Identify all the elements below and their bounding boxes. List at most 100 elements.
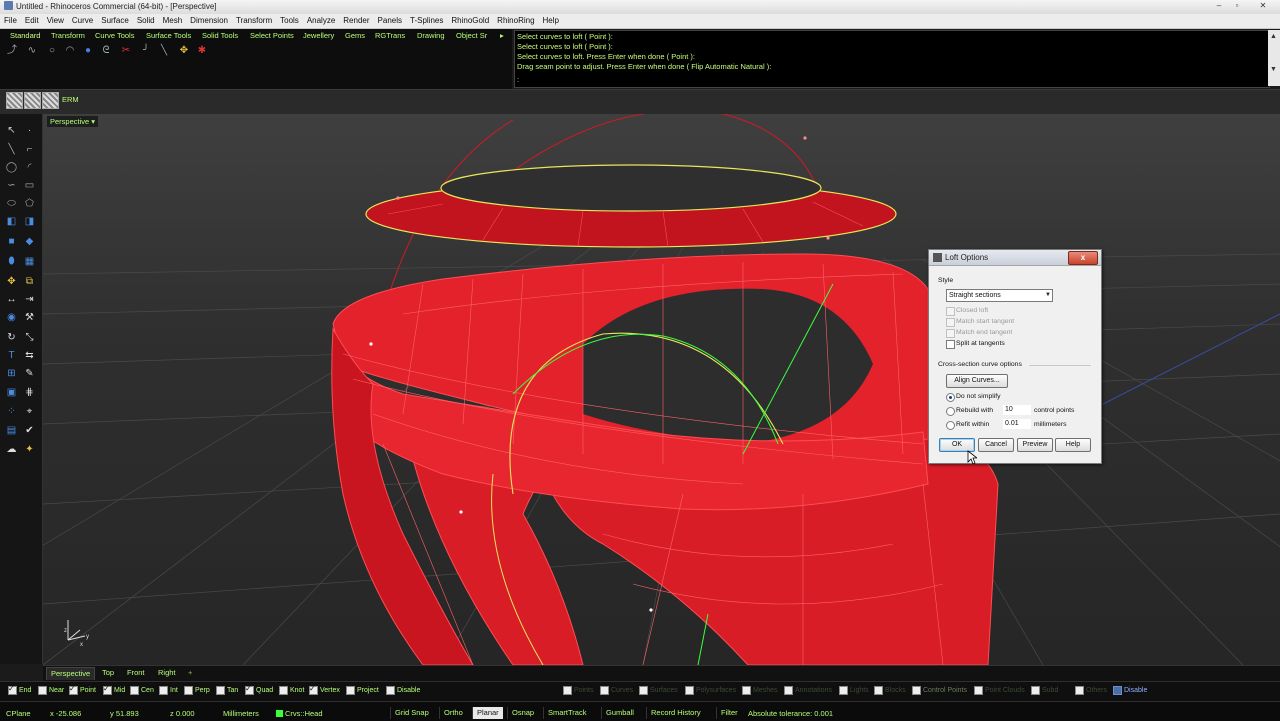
circle-icon[interactable]: ○ bbox=[46, 45, 58, 57]
menu-curve[interactable]: Curve bbox=[68, 14, 97, 28]
sphere-icon[interactable]: ● bbox=[82, 45, 94, 57]
cylinder-icon[interactable]: ⬮ bbox=[4, 254, 19, 269]
curve-tool-icon[interactable]: ∽ bbox=[4, 178, 19, 193]
menu-rhinoring[interactable]: RhinoRing bbox=[493, 14, 538, 28]
filter-button[interactable]: Filter bbox=[716, 707, 742, 719]
menu-surface[interactable]: Surface bbox=[97, 14, 133, 28]
current-layer[interactable]: Crvs::Head bbox=[285, 709, 323, 718]
analyze-icon[interactable]: ⌖ bbox=[22, 404, 37, 419]
rebuild-with-radio[interactable] bbox=[946, 407, 955, 416]
points-on-icon[interactable]: ⁘ bbox=[4, 404, 19, 419]
tab-standard[interactable]: Standard bbox=[10, 30, 40, 41]
tab-curve-tools[interactable]: Curve Tools bbox=[95, 30, 134, 41]
match-end-tangent-checkbox[interactable] bbox=[946, 329, 955, 338]
rectangle-icon[interactable]: ▭ bbox=[22, 178, 37, 193]
menu-view[interactable]: View bbox=[43, 14, 68, 28]
grid-icon[interactable]: ⋕ bbox=[22, 385, 37, 400]
command-scrollbar[interactable]: ▲ ▼ bbox=[1268, 30, 1280, 86]
viewport-menu-icon[interactable]: ▾ bbox=[91, 117, 95, 126]
osnap-vertex-checkbox[interactable] bbox=[309, 684, 318, 695]
copy-icon[interactable]: ⧉ bbox=[22, 274, 37, 289]
smarttrack-button[interactable]: SmartTrack bbox=[543, 707, 590, 719]
tab-top[interactable]: Top bbox=[98, 667, 118, 679]
material-swatch-3[interactable] bbox=[42, 92, 59, 109]
cplane-label[interactable]: CPlane bbox=[6, 709, 31, 718]
layer-toolbar-label[interactable]: ERM bbox=[62, 95, 79, 104]
filter-polysurfaces-checkbox[interactable] bbox=[685, 686, 694, 695]
array-icon[interactable]: ⊞ bbox=[4, 366, 19, 381]
osnap-end-checkbox[interactable] bbox=[8, 684, 17, 695]
tab-surface-tools[interactable]: Surface Tools bbox=[146, 30, 191, 41]
filter-control-points-checkbox[interactable] bbox=[912, 686, 921, 695]
align-curves-button[interactable]: Align Curves... bbox=[946, 374, 1008, 388]
block-icon[interactable]: ▣ bbox=[4, 385, 19, 400]
mirror-icon[interactable]: ⇆ bbox=[22, 348, 37, 363]
rotate-icon[interactable]: ↻ bbox=[4, 330, 19, 345]
scroll-down-icon[interactable]: ▼ bbox=[1270, 66, 1277, 73]
point-icon[interactable]: · bbox=[22, 123, 37, 138]
tab-jewellery[interactable]: Jewellery bbox=[303, 30, 334, 41]
trim-icon[interactable]: ✂ bbox=[120, 45, 132, 57]
control-point[interactable] bbox=[803, 136, 807, 140]
match-start-tangent-checkbox[interactable] bbox=[946, 318, 955, 327]
arc-icon[interactable]: ◠ bbox=[64, 45, 76, 57]
planar-button[interactable]: Planar bbox=[472, 707, 503, 719]
menu-mesh[interactable]: Mesh bbox=[159, 14, 187, 28]
osnap-perp-checkbox[interactable] bbox=[184, 686, 193, 695]
osnap-point-checkbox[interactable] bbox=[69, 684, 78, 695]
help-button[interactable]: Help bbox=[1055, 438, 1091, 452]
split-at-tangents-checkbox[interactable] bbox=[946, 340, 955, 349]
restore-button[interactable]: ▫ bbox=[1230, 1, 1244, 11]
tab-solid-tools[interactable]: Solid Tools bbox=[202, 30, 238, 41]
refit-tolerance-input[interactable]: 0.01 bbox=[1003, 419, 1031, 429]
menu-transform[interactable]: Transform bbox=[232, 14, 276, 28]
menu-render[interactable]: Render bbox=[339, 14, 373, 28]
filter-point-clouds-checkbox[interactable] bbox=[974, 686, 983, 695]
control-point[interactable] bbox=[369, 342, 373, 346]
light-icon[interactable]: ✦ bbox=[22, 442, 37, 457]
menu-analyze[interactable]: Analyze bbox=[303, 14, 339, 28]
osnap-project-checkbox[interactable] bbox=[346, 686, 355, 695]
polyline-icon[interactable]: ⤴ bbox=[6, 45, 18, 57]
control-point[interactable] bbox=[396, 196, 400, 200]
tab-select-points[interactable]: Select Points bbox=[250, 30, 294, 41]
menu-solid[interactable]: Solid bbox=[133, 14, 159, 28]
rebuild-count-input[interactable]: 10 bbox=[1003, 405, 1031, 415]
osnap-button[interactable]: Osnap bbox=[507, 707, 538, 719]
tab-perspective[interactable]: Perspective bbox=[46, 667, 96, 680]
menu-tsplines[interactable]: T-Splines bbox=[406, 14, 447, 28]
filter-subd-checkbox[interactable] bbox=[1031, 686, 1040, 695]
tab-object-snap[interactable]: Object Sr bbox=[456, 30, 487, 41]
polyline-tool-icon[interactable]: ⌐ bbox=[22, 142, 37, 157]
material-swatch-1[interactable] bbox=[6, 92, 23, 109]
tab-overflow-arrow[interactable]: ▸ bbox=[500, 30, 504, 41]
ortho-button[interactable]: Ortho bbox=[439, 707, 467, 719]
filter-meshes-checkbox[interactable] bbox=[742, 686, 751, 695]
control-point[interactable] bbox=[459, 510, 463, 514]
delete-icon[interactable]: ✱ bbox=[196, 45, 208, 57]
viewport-title[interactable]: Perspective ▾ bbox=[47, 116, 99, 127]
cancel-button[interactable]: Cancel bbox=[978, 438, 1014, 452]
render-icon[interactable]: ☁ bbox=[4, 442, 19, 457]
osnap-mid-checkbox[interactable] bbox=[103, 684, 112, 695]
menu-tools[interactable]: Tools bbox=[276, 14, 303, 28]
boolean-icon[interactable]: ◉ bbox=[4, 310, 19, 325]
material-swatch-2[interactable] bbox=[24, 92, 41, 109]
osnap-near-checkbox[interactable] bbox=[38, 686, 47, 695]
box-icon[interactable]: ■ bbox=[4, 234, 19, 249]
check-icon[interactable]: ✔ bbox=[22, 423, 37, 438]
closed-loft-checkbox[interactable] bbox=[946, 307, 955, 316]
osnap-int-checkbox[interactable] bbox=[159, 686, 168, 695]
select-arrow-icon[interactable]: ↖ bbox=[4, 123, 19, 138]
tab-right[interactable]: Right bbox=[154, 667, 180, 679]
filter-lights-checkbox[interactable] bbox=[839, 686, 848, 695]
split-icon[interactable]: ⇥ bbox=[22, 292, 37, 307]
tab-gems[interactable]: Gems bbox=[345, 30, 365, 41]
refit-within-radio[interactable] bbox=[946, 421, 955, 430]
osnap-cen-checkbox[interactable] bbox=[130, 686, 139, 695]
layer-icon[interactable]: ▤ bbox=[4, 423, 19, 438]
close-button[interactable]: ✕ bbox=[1250, 1, 1276, 11]
control-point[interactable] bbox=[649, 608, 653, 612]
osnap-tan-checkbox[interactable] bbox=[216, 686, 225, 695]
units-label[interactable]: Millimeters bbox=[223, 709, 259, 718]
